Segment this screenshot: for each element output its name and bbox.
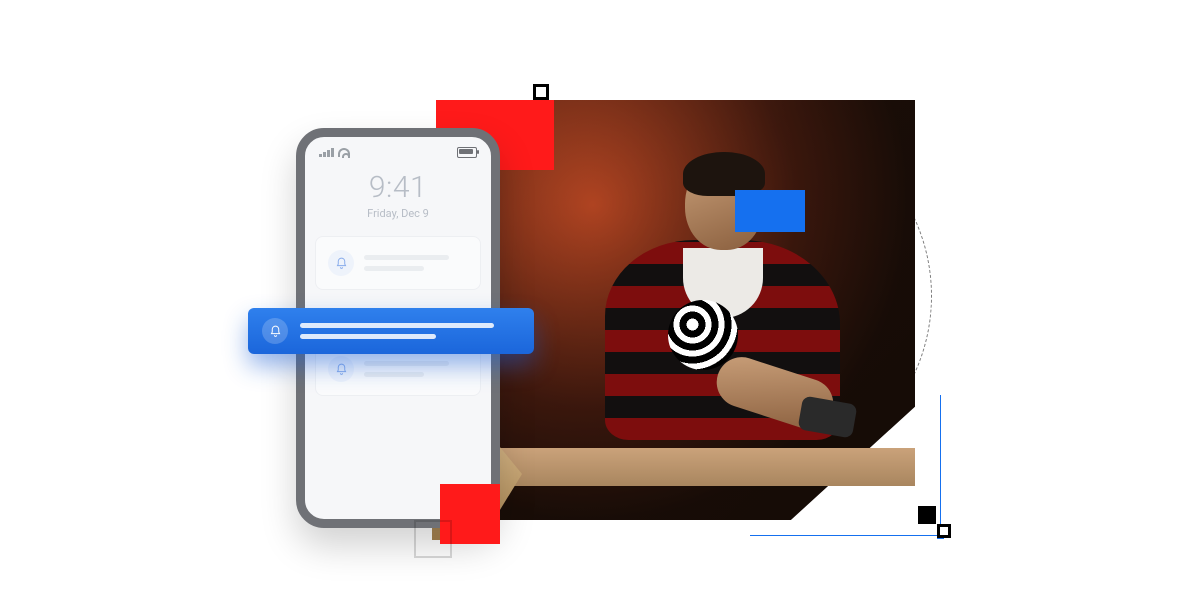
notification-text-placeholder xyxy=(364,255,468,271)
notification-item-active xyxy=(248,308,534,354)
marketing-illustration: 9:41 Friday, Dec 9 xyxy=(0,0,1200,600)
status-bar-left xyxy=(319,148,350,157)
square-outline-decoration xyxy=(937,524,951,538)
bell-icon xyxy=(262,318,288,344)
status-bar-right xyxy=(457,147,477,158)
square-outline-decoration xyxy=(414,520,452,558)
notification-text-placeholder xyxy=(300,323,520,339)
notification-text-placeholder xyxy=(364,361,468,377)
black-square-decoration xyxy=(918,506,936,524)
lock-screen-time: 9:41 xyxy=(305,170,491,205)
bell-icon xyxy=(328,250,354,276)
lock-screen-date: Friday, Dec 9 xyxy=(305,207,491,220)
striped-sphere-decoration xyxy=(668,300,738,370)
bell-icon xyxy=(328,356,354,382)
cellular-signal-icon xyxy=(319,148,334,157)
square-outline-decoration xyxy=(533,84,549,100)
battery-icon xyxy=(457,147,477,158)
blue-rect-decoration xyxy=(735,190,805,232)
notification-item xyxy=(315,236,481,290)
blue-corner-line-decoration xyxy=(750,395,941,536)
wifi-icon xyxy=(338,148,350,157)
lock-screen-clock: 9:41 Friday, Dec 9 xyxy=(305,170,491,220)
phone-status-bar xyxy=(305,137,491,158)
